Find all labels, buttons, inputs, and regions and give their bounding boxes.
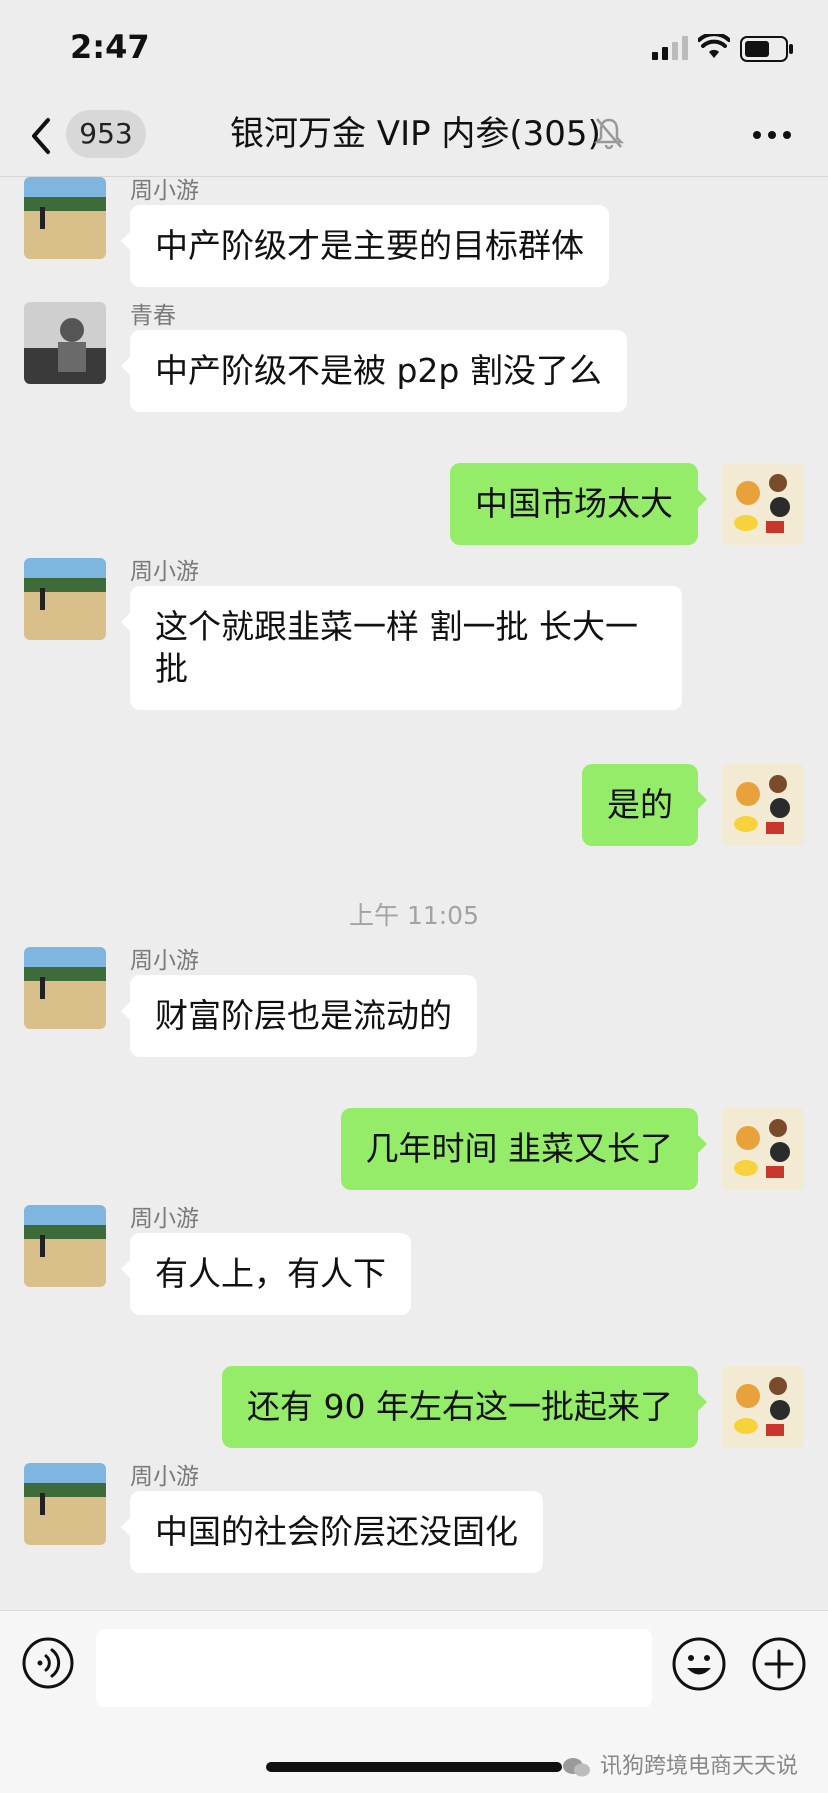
beach-avatar-image xyxy=(24,1463,106,1545)
beach-avatar-image xyxy=(24,1205,106,1287)
wifi-icon xyxy=(698,34,730,58)
message-outgoing: 是的 xyxy=(0,764,828,846)
avatar[interactable] xyxy=(722,463,804,545)
message-incoming: 青春 中产阶级不是被 p2p 割没了么 xyxy=(0,302,828,412)
food-avatar-image xyxy=(722,463,804,545)
beach-avatar-image xyxy=(24,947,106,1029)
sender-name: 周小游 xyxy=(130,1464,199,1490)
message-bubble[interactable]: 还有 90 年左右这一批起来了 xyxy=(222,1366,707,1448)
message-outgoing: 还有 90 年左右这一批起来了 xyxy=(0,1366,828,1448)
message-bubble[interactable]: 中产阶级才是主要的目标群体 xyxy=(121,205,609,287)
message-bubble[interactable]: 是的 xyxy=(582,764,707,846)
watermark-text: 讯狗跨境电商天天说 xyxy=(599,1754,798,1779)
wechat-logo-icon xyxy=(562,1758,590,1777)
message-bubble[interactable]: 中国市场太大 xyxy=(450,463,707,545)
sender-name: 周小游 xyxy=(130,1206,199,1232)
message-incoming: 周小游 中国的社会阶层还没固化 xyxy=(0,1463,828,1573)
message-bubble[interactable]: 几年时间 韭菜又长了 xyxy=(340,1108,707,1190)
avatar[interactable] xyxy=(24,947,106,1029)
battery-icon xyxy=(740,36,793,62)
food-avatar-image xyxy=(722,1366,804,1448)
avatar[interactable] xyxy=(722,764,804,846)
home-indicator[interactable] xyxy=(266,1762,562,1772)
food-avatar-image xyxy=(722,764,804,846)
message-bubble[interactable]: 中产阶级不是被 p2p 割没了么 xyxy=(121,330,627,412)
emoji-icon[interactable] xyxy=(672,1637,726,1691)
sender-name: 周小游 xyxy=(130,559,199,585)
food-avatar-image xyxy=(722,1108,804,1190)
avatar[interactable] xyxy=(24,1463,106,1545)
message-incoming: 周小游 这个就跟韭菜一样 割一批 长大一批 xyxy=(0,558,828,718)
message-bubble[interactable]: 这个就跟韭菜一样 割一批 长大一批 xyxy=(121,586,682,710)
message-incoming: 周小游 财富阶层也是流动的 xyxy=(0,947,828,1057)
beach-avatar-image xyxy=(24,177,106,259)
voice-icon[interactable] xyxy=(22,1637,74,1689)
sender-name: 周小游 xyxy=(130,178,199,204)
bell-muted-icon xyxy=(594,118,624,150)
message-incoming: 周小游 中产阶级才是主要的目标群体 xyxy=(0,177,828,287)
status-bar: 2:47 xyxy=(0,0,828,100)
message-bubble[interactable]: 有人上，有人下 xyxy=(121,1233,411,1315)
signal-icon xyxy=(652,36,688,60)
avatar[interactable] xyxy=(722,1108,804,1190)
chat-header: 953 银河万金 VIP 内参(305) xyxy=(0,100,828,177)
message-bubble[interactable]: 财富阶层也是流动的 xyxy=(121,975,477,1057)
plus-icon[interactable] xyxy=(752,1637,806,1691)
status-time: 2:47 xyxy=(70,28,150,66)
avatar[interactable] xyxy=(722,1366,804,1448)
avatar[interactable] xyxy=(24,302,106,384)
chevron-left-icon[interactable] xyxy=(26,116,56,156)
avatar[interactable] xyxy=(24,177,106,259)
message-timestamp: 上午 11:05 xyxy=(349,901,479,930)
more-dots-icon[interactable] xyxy=(752,128,792,142)
watermark: 讯狗跨境电商天天说 xyxy=(562,1748,798,1780)
message-bubble[interactable]: 中国的社会阶层还没固化 xyxy=(121,1491,543,1573)
chat-title[interactable]: 银河万金 VIP 内参(305) xyxy=(230,110,601,158)
message-incoming: 周小游 有人上，有人下 xyxy=(0,1205,828,1315)
message-list[interactable]: 周小游 中产阶级才是主要的目标群体 青春 中产阶级不是被 p2p 割没了么 中国… xyxy=(0,177,828,1609)
person-avatar-image xyxy=(24,302,106,384)
message-outgoing: 几年时间 韭菜又长了 xyxy=(0,1108,828,1190)
message-outgoing: 中国市场太大 xyxy=(0,463,828,545)
sender-name: 周小游 xyxy=(130,948,199,974)
avatar[interactable] xyxy=(24,558,106,640)
message-input[interactable] xyxy=(96,1629,652,1707)
sender-name: 青春 xyxy=(130,303,176,329)
beach-avatar-image xyxy=(24,558,106,640)
avatar[interactable] xyxy=(24,1205,106,1287)
unread-count-badge[interactable]: 953 xyxy=(66,110,146,158)
